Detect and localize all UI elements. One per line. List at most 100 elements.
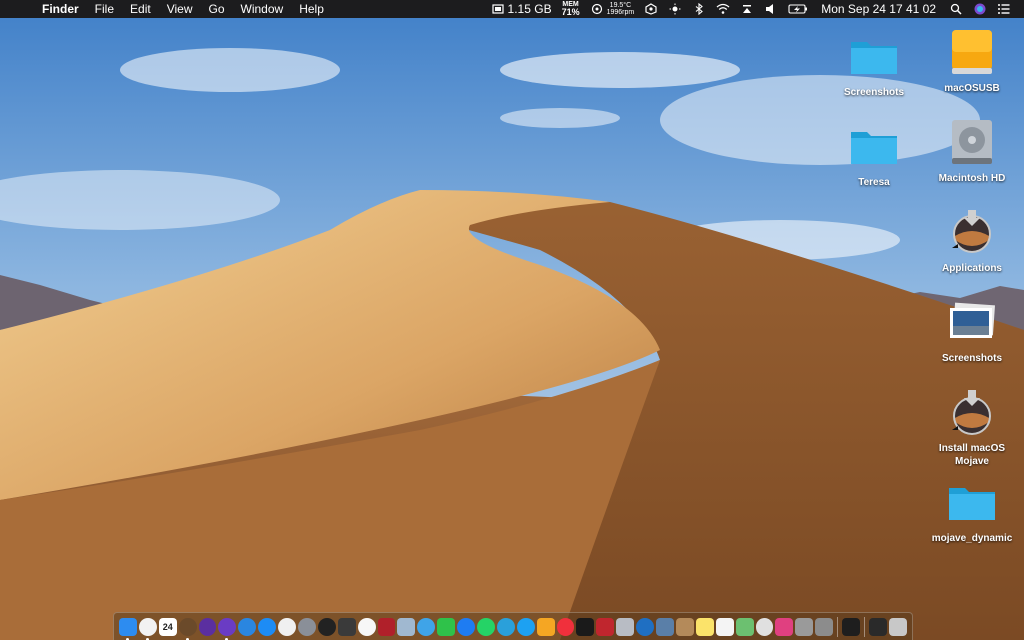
- dock-mission-control-icon[interactable]: [337, 617, 356, 636]
- spotlight-status[interactable]: [944, 3, 968, 15]
- folder-icon: [949, 488, 995, 520]
- memory-status[interactable]: 1.15 GB: [486, 0, 557, 18]
- desktop-item-label: Applications: [941, 263, 1002, 274]
- desktop-item-label: mojave_dynamic: [931, 533, 1013, 544]
- dock-stocks-icon[interactable]: [576, 617, 595, 636]
- dock-notes-icon[interactable]: [695, 617, 714, 636]
- dock-photo-booth-icon[interactable]: [377, 617, 396, 636]
- siri-status[interactable]: [968, 3, 992, 15]
- dock-maps-icon[interactable]: [735, 617, 754, 636]
- menu-edit[interactable]: Edit: [122, 0, 159, 18]
- notification-center-status[interactable]: [992, 3, 1016, 15]
- installer-icon: [952, 390, 991, 435]
- sensor-status[interactable]: 19.5°C 1996rpm: [585, 2, 640, 16]
- dock-siri-icon[interactable]: [218, 617, 237, 640]
- menu-view[interactable]: View: [159, 0, 201, 18]
- fan-speed: 1996rpm: [606, 9, 635, 16]
- menu-file[interactable]: File: [87, 0, 122, 18]
- desktop-item-macosusb[interactable]: macOSUSB: [927, 24, 1017, 95]
- temperature: 19.5°C: [609, 2, 632, 9]
- desktop-item-label: Install macOS Mojave: [938, 443, 1006, 467]
- dock-separator: [863, 616, 865, 637]
- menu-bar: Finder File Edit View Go Window Help 1.1…: [0, 0, 1024, 18]
- dock-contacts-icon[interactable]: [675, 617, 694, 636]
- dock-launchpad-icon[interactable]: [298, 617, 316, 636]
- app-menu-finder[interactable]: Finder: [34, 0, 87, 18]
- dock-news-icon[interactable]: [556, 617, 575, 636]
- desktop-item-label: Macintosh HD: [938, 173, 1006, 184]
- dock-trash-icon[interactable]: [888, 617, 907, 636]
- dock-itunes-icon[interactable]: [278, 617, 297, 636]
- brightness-icon: [669, 3, 681, 15]
- mem-percent-status[interactable]: MEM 71%: [557, 1, 585, 17]
- battery-status[interactable]: [783, 3, 813, 15]
- volume-status[interactable]: [759, 3, 783, 15]
- dock-weather-icon[interactable]: [178, 617, 197, 640]
- desktop-item-teresa-folder[interactable]: Teresa: [829, 118, 919, 189]
- airplay-status[interactable]: [735, 3, 759, 15]
- desktop-item-screenshots-stack[interactable]: Screenshots: [927, 294, 1017, 365]
- dock-telegram-icon[interactable]: [496, 617, 515, 636]
- desktop-item-screenshots-folder[interactable]: Screenshots: [829, 28, 919, 99]
- mem-percent: 71%: [561, 7, 580, 17]
- dock-chess-icon[interactable]: [755, 617, 774, 636]
- desktop-item-applications[interactable]: Applications: [927, 204, 1017, 275]
- desktop-item-mojave-dynamic-folder[interactable]: mojave_dynamic: [927, 474, 1017, 545]
- dock-downloads-stack-icon[interactable]: [868, 617, 887, 636]
- dock-separator: [837, 616, 839, 637]
- wifi-status[interactable]: [711, 3, 735, 15]
- memory-icon: [491, 4, 504, 14]
- dock-edge-icon[interactable]: [636, 617, 655, 636]
- bluetooth-icon: [695, 3, 704, 15]
- dock-app-store-icon[interactable]: [258, 617, 277, 636]
- external-drive-icon: [952, 30, 992, 74]
- memory-used: 1.15 GB: [507, 2, 552, 16]
- brightness-status[interactable]: [663, 3, 687, 15]
- dock-scanner-icon[interactable]: [656, 617, 674, 636]
- menu-window[interactable]: Window: [233, 0, 292, 18]
- desktop-item-label: macOSUSB: [944, 83, 1000, 94]
- desktop-item-label: Screenshots: [941, 353, 1003, 364]
- menu-go[interactable]: Go: [201, 0, 233, 18]
- dock-messages-bubble-icon[interactable]: [417, 617, 436, 636]
- dock-firefox-nightly-icon[interactable]: [198, 617, 217, 636]
- dock-terminal-icon[interactable]: [842, 617, 860, 636]
- notification-center-icon: [998, 4, 1010, 14]
- dock-twitter-icon[interactable]: [516, 617, 535, 636]
- menu-help[interactable]: Help: [291, 0, 332, 18]
- dock-dashboard-icon[interactable]: [317, 617, 336, 636]
- airplay-icon: [743, 5, 752, 13]
- dock-home-icon[interactable]: [536, 617, 555, 636]
- dock-photo-editor-icon[interactable]: [596, 617, 615, 636]
- dock-whatsapp-icon[interactable]: [477, 617, 495, 636]
- dock-system-preferences-icon[interactable]: [815, 617, 834, 636]
- dock-instastats-icon[interactable]: [775, 617, 794, 636]
- dock-textedit-icon[interactable]: [715, 617, 734, 636]
- dock-calendar-icon[interactable]: 24: [158, 617, 177, 636]
- folder-icon: [851, 132, 897, 164]
- volume-icon: [766, 4, 774, 14]
- spotlight-icon: [950, 3, 962, 15]
- clock[interactable]: Mon Sep 24 17 41 02: [813, 0, 944, 18]
- image-stack-icon: [950, 302, 995, 338]
- gear-status[interactable]: [639, 3, 663, 15]
- calendar-day: 24: [162, 621, 173, 632]
- bluetooth-status[interactable]: [687, 3, 711, 15]
- dock-finder-icon[interactable]: [119, 617, 137, 640]
- dock-clock-icon[interactable]: [138, 617, 157, 640]
- dock-photos-icon[interactable]: [357, 617, 376, 636]
- cpu-icon: [591, 3, 602, 15]
- hard-drive-icon: [952, 120, 992, 164]
- installer-alias-icon: [952, 210, 991, 253]
- dock-facetime-icon[interactable]: [437, 617, 456, 636]
- dock-safari-icon[interactable]: [238, 617, 257, 636]
- desktop-item-macintosh-hd[interactable]: Macintosh HD: [927, 114, 1017, 185]
- desktop-item-install-macos-mojave[interactable]: Install macOS Mojave: [927, 384, 1017, 468]
- siri-icon: [974, 3, 986, 15]
- dock-disk-utility-icon[interactable]: [616, 617, 635, 636]
- dock-automator-icon[interactable]: [795, 617, 814, 636]
- dock-preview-icon[interactable]: [397, 617, 416, 636]
- dock: 24: [113, 612, 913, 640]
- desktop-item-label: Screenshots: [843, 87, 905, 98]
- dock-messenger-icon[interactable]: [457, 617, 476, 636]
